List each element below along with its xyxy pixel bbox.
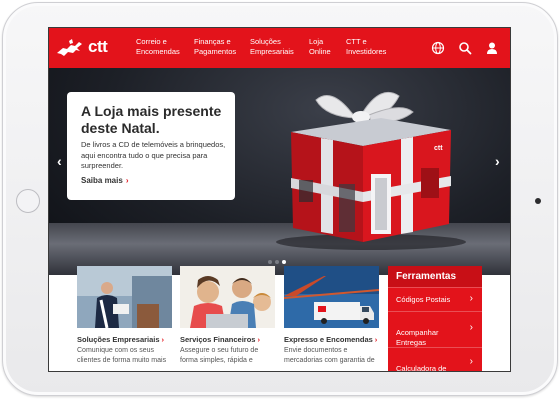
chevron-right-icon: › (125, 176, 129, 185)
hero-title: A Loja mais presente deste Natal. (81, 103, 222, 136)
tile-text: Comunique com os seus clientes de forma … (77, 347, 167, 364)
nav-financas-pagamentos[interactable]: Finanças e Pagamentos (194, 37, 236, 57)
tile-text: Assegure o seu futuro de forma simples, … (180, 347, 259, 364)
hero-promo-card[interactable]: A Loja mais presente deste Natal. De liv… (67, 92, 235, 200)
ferramentas-title: Ferramentas (388, 266, 482, 287)
tool-codigos-postais[interactable]: Códigos Postais › (388, 287, 482, 311)
tool-label: Acompanhar Entregas (396, 328, 439, 347)
gift-box-kiosk-image: ctt (276, 92, 466, 250)
camera-icon (535, 198, 541, 204)
prev-slide-arrow-icon[interactable]: ‹ (57, 153, 62, 169)
tile-title[interactable]: Soluções Empresariais › (77, 335, 164, 344)
ferramentas-panel: Ferramentas Códigos Postais › Acompanhar… (388, 266, 482, 372)
logo-text: ctt (88, 37, 108, 56)
tile-text: Envie documentos e mercadorias com garan… (284, 347, 375, 364)
hero-description: De livros a CD de telemóveis a brinquedo… (81, 140, 226, 170)
site-header: ctt Correio e Encomendas Finanças e Paga… (49, 28, 510, 68)
globe-icon[interactable] (431, 41, 445, 55)
tile-title-label: Serviços Financeiros (180, 335, 256, 344)
tool-calculadora-precos[interactable]: Calculadora de Preços › (388, 347, 482, 372)
tool-label: Códigos Postais (396, 295, 451, 304)
nav-loja-online[interactable]: Loja Online (309, 37, 331, 57)
ctt-logo[interactable]: ctt (55, 35, 115, 61)
chevron-right-icon: › (374, 335, 378, 344)
delivery-van-image (284, 266, 379, 328)
horse-rider-icon (57, 39, 82, 56)
family-laptop-image (180, 266, 275, 328)
nav-correio-encomendas[interactable]: Correio e Encomendas (136, 37, 180, 57)
tool-label: Calculadora de Preços (396, 364, 447, 372)
saiba-mais-label: Saiba mais (81, 176, 123, 185)
user-icon[interactable] (485, 41, 499, 55)
tile-title-label: Soluções Empresariais (77, 335, 160, 344)
chevron-right-icon: › (469, 356, 473, 367)
carousel-dot-active[interactable] (282, 260, 286, 264)
carousel-dot[interactable] (268, 260, 272, 264)
chevron-right-icon: › (469, 293, 473, 304)
tool-acompanhar-entregas[interactable]: Acompanhar Entregas › (388, 311, 482, 347)
nav-ctt-investidores[interactable]: CTT e Investidores (346, 37, 386, 57)
screen: ctt Correio e Encomendas Finanças e Paga… (48, 27, 511, 372)
tile-title[interactable]: Expresso e Encomendas › (284, 335, 377, 344)
tile-title-label: Expresso e Encomendas (284, 335, 373, 344)
search-icon[interactable] (458, 41, 472, 55)
carousel-dot[interactable] (275, 260, 279, 264)
next-slide-arrow-icon[interactable]: › (495, 153, 500, 169)
business-people-image (77, 266, 172, 328)
box-logo-text: ctt (434, 145, 443, 152)
hero-banner[interactable]: ctt A Loja mais presente deste Natal. De… (49, 68, 510, 275)
chevron-right-icon: › (469, 322, 473, 333)
nav-solucoes-empresariais[interactable]: Soluções Empresariais (250, 37, 294, 57)
home-button[interactable] (16, 189, 40, 213)
saiba-mais-link[interactable]: Saiba mais › (81, 176, 128, 185)
chevron-right-icon: › (257, 335, 260, 344)
chevron-right-icon: › (161, 335, 165, 344)
tile-title[interactable]: Serviços Financeiros › (180, 335, 260, 344)
